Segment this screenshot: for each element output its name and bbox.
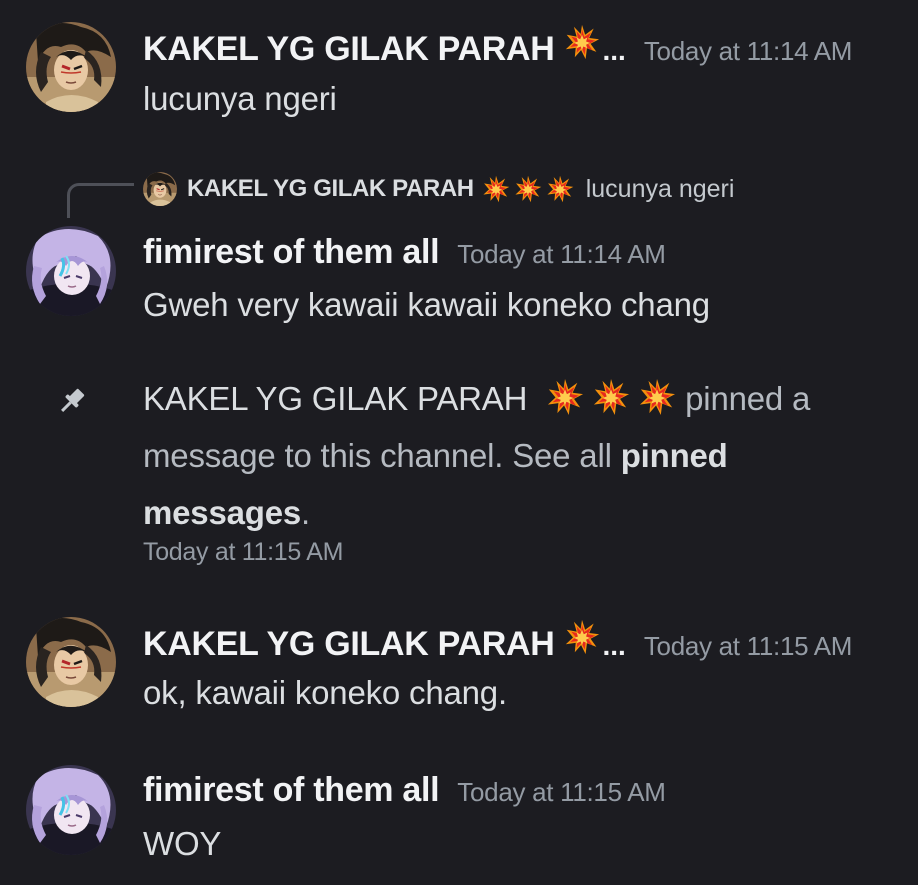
system-message: KAKEL YG GILAK PARAH pinned a message to… (143, 370, 883, 541)
collision-emoji-icon (564, 24, 600, 60)
name-ellipsis: ... (602, 630, 626, 661)
collision-emoji-icon (592, 378, 630, 416)
timestamp[interactable]: Today at 11:14 AM (644, 36, 853, 67)
reply-avatar (143, 172, 177, 206)
message-header: fimirest of them all Today at 11:14 AM (143, 233, 666, 272)
username[interactable]: fimirest of them all (143, 771, 440, 810)
timestamp[interactable]: Today at 11:14 AM (457, 239, 666, 270)
system-username[interactable]: KAKEL YG GILAK PARAH (143, 380, 527, 417)
username[interactable]: KAKEL YG GILAK PARAH (143, 625, 555, 664)
collision-emoji-icon (482, 175, 510, 203)
name-ellipsis: ... (602, 35, 626, 66)
reply-preview[interactable]: KAKEL YG GILAK PARAH lucunya ngeri (143, 170, 734, 208)
timestamp[interactable]: Today at 11:15 AM (457, 777, 666, 808)
system-timestamp[interactable]: Today at 11:15 AM (143, 538, 343, 567)
reply-text: lucunya ngeri (585, 174, 735, 203)
pin-icon (61, 388, 85, 412)
username[interactable]: fimirest of them all (143, 233, 440, 272)
user-avatar-kakel (26, 22, 116, 112)
reply-username: KAKEL YG GILAK PARAH (187, 175, 474, 202)
avatar[interactable] (26, 617, 116, 707)
message-text: ok, kawaii koneko chang. (143, 674, 507, 711)
message-text: WOY (143, 825, 222, 862)
message-header: KAKEL YG GILAK PARAH ... Today at 11:14 … (143, 24, 852, 69)
avatar[interactable] (26, 765, 116, 855)
collision-emoji-icon (564, 619, 600, 655)
chat-log: KAKEL YG GILAK PARAH ... Today at 11:14 … (0, 0, 918, 885)
collision-emoji-icon (638, 378, 676, 416)
user-avatar-kakel (26, 617, 116, 707)
system-end-text: . (301, 494, 310, 531)
message-text: lucunya ngeri (143, 80, 337, 117)
reply-spine (67, 183, 134, 218)
timestamp[interactable]: Today at 11:15 AM (644, 631, 853, 662)
message-text: Gweh very kawaii kawaii koneko chang (143, 286, 710, 323)
collision-emoji-icon (514, 175, 542, 203)
avatar[interactable] (26, 22, 116, 112)
reply-user-avatar (143, 172, 177, 206)
collision-emoji-icon (546, 175, 574, 203)
message-header: KAKEL YG GILAK PARAH ... Today at 11:15 … (143, 619, 852, 664)
username[interactable]: KAKEL YG GILAK PARAH (143, 30, 555, 69)
collision-emoji-icon (546, 378, 584, 416)
user-avatar-fimirest (26, 765, 116, 855)
user-avatar-fimirest (26, 226, 116, 316)
message-header: fimirest of them all Today at 11:15 AM (143, 771, 666, 810)
avatar[interactable] (26, 226, 116, 316)
